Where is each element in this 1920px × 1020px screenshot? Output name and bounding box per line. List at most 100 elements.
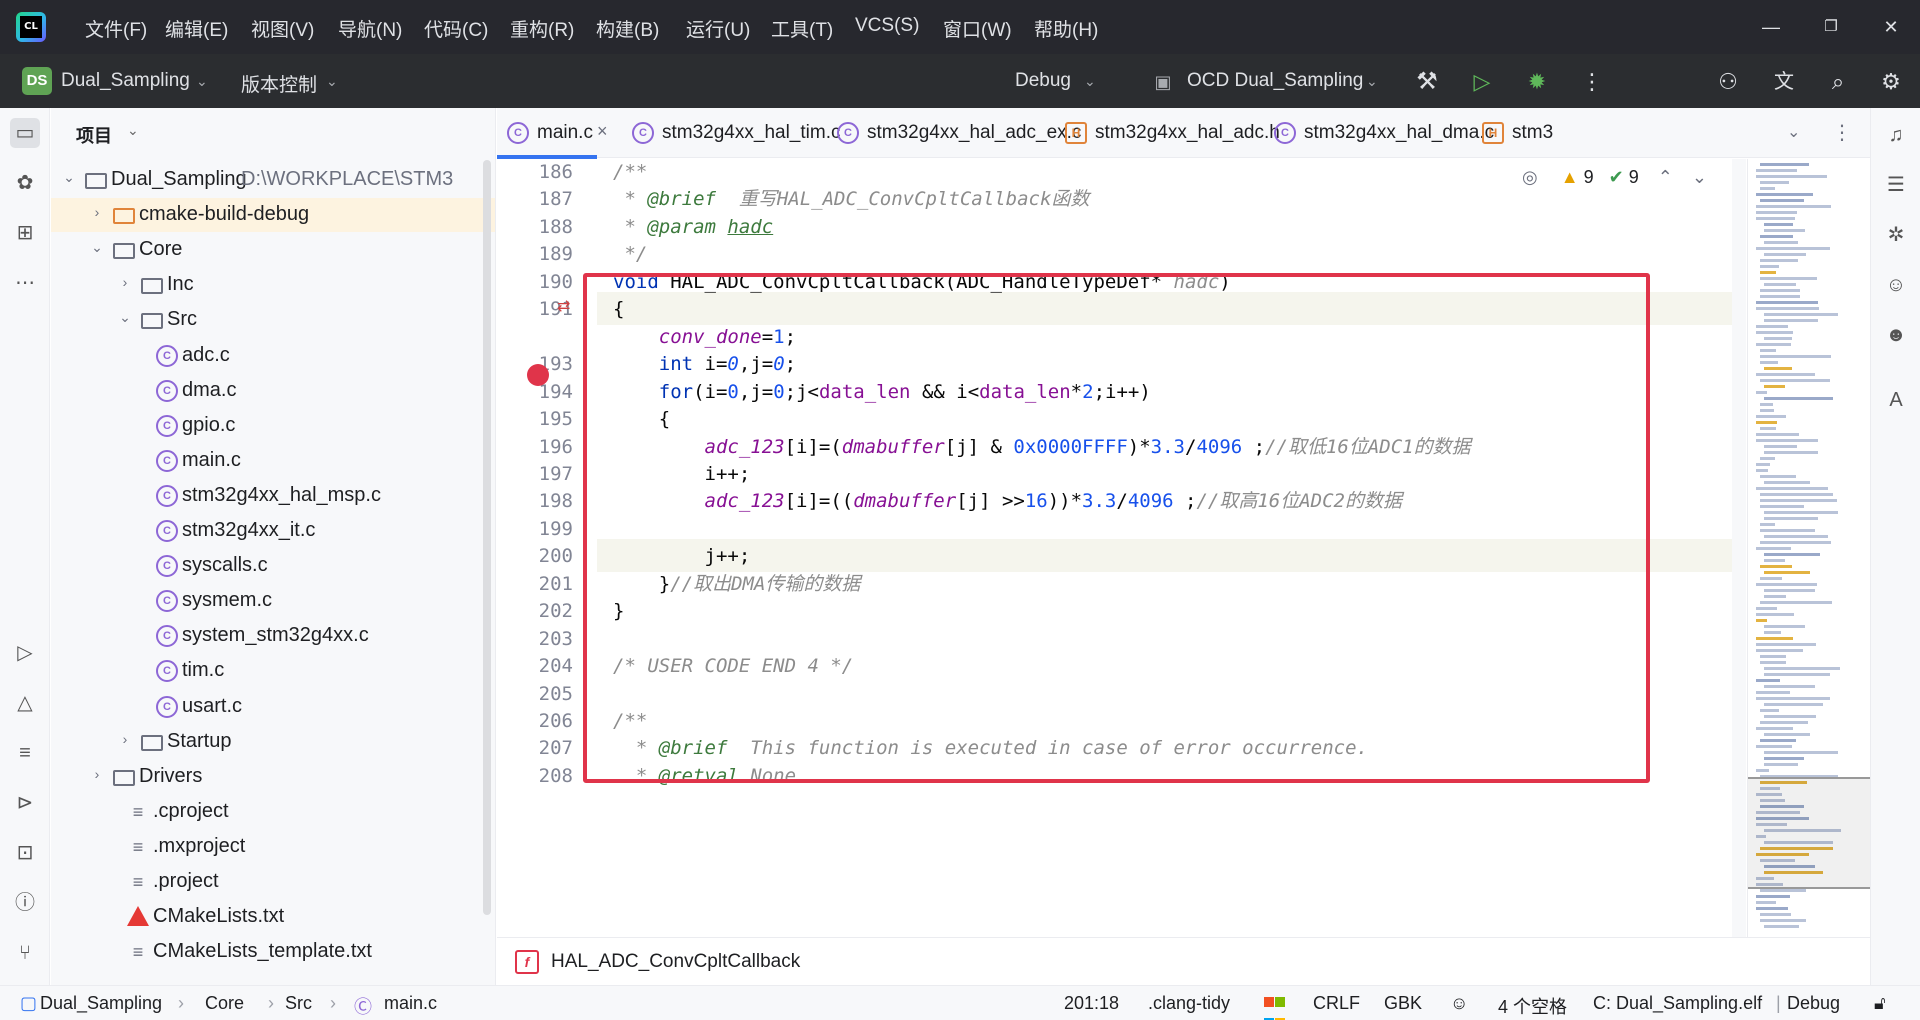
- minimap-viewport[interactable]: [1748, 777, 1870, 889]
- minimize-button[interactable]: —: [1756, 12, 1786, 42]
- project-scrollbar[interactable]: [483, 160, 491, 915]
- windows-logo-icon[interactable]: [1264, 991, 1285, 1020]
- database-icon[interactable]: ☰: [1881, 170, 1911, 200]
- structure-icon[interactable]: ⊞: [10, 218, 40, 248]
- tree-file[interactable]: Csystem_stm32g4xx.c: [51, 619, 495, 653]
- services-icon[interactable]: ⊳: [10, 788, 40, 818]
- clion-logo-icon[interactable]: [16, 12, 46, 42]
- statusbar-crumb[interactable]: Core: [205, 993, 244, 1014]
- restore-button[interactable]: ❐: [1816, 12, 1846, 42]
- search-icon[interactable]: ⌕: [1824, 68, 1852, 96]
- project-folder-icon[interactable]: ▭: [10, 118, 40, 148]
- run-icon[interactable]: ▷: [1468, 68, 1496, 96]
- indent-selector[interactable]: 4 个空格: [1498, 993, 1567, 1019]
- menu-item[interactable]: 工具(T): [771, 15, 833, 42]
- add-user-icon[interactable]: ⚇: [1714, 68, 1742, 96]
- chevron-down-icon[interactable]: ⌄: [1366, 73, 1378, 90]
- problems-icon[interactable]: △: [10, 688, 40, 718]
- more-tools-icon[interactable]: ⋯: [10, 268, 40, 298]
- debug-bug-icon[interactable]: ✹: [1523, 68, 1551, 96]
- tree-file[interactable]: Cdma.c: [51, 374, 495, 408]
- menu-item[interactable]: 导航(N): [338, 15, 402, 42]
- chevron-right-icon[interactable]: ›: [89, 204, 105, 220]
- tree-file[interactable]: Cstm32g4xx_hal_msp.c: [51, 479, 495, 513]
- editor-tab[interactable]: Cstm32g4xx_hal_adc_ex.c: [827, 108, 1081, 158]
- git-branch-icon[interactable]: ⑂: [10, 938, 40, 968]
- build-hammer-icon[interactable]: ⚒: [1413, 68, 1441, 96]
- code-editor[interactable]: 186 187 188 189 190 191 193 194 195 196 197 198 199 2…: [497, 159, 1870, 937]
- tree-file[interactable]: Cadc.c: [51, 339, 495, 373]
- tree-file[interactable]: CMakeLists.txt: [51, 900, 495, 934]
- menu-item[interactable]: 代码(C): [424, 15, 488, 42]
- clang-tidy-status[interactable]: .clang-tidy: [1148, 993, 1230, 1014]
- menu-item[interactable]: VCS(S): [855, 15, 919, 37]
- reader-mode-eye-icon[interactable]: ◎: [1522, 167, 1538, 187]
- menu-item[interactable]: 帮助(H): [1034, 15, 1098, 42]
- tree-folder[interactable]: ⌄ Core: [51, 233, 495, 267]
- tree-folder[interactable]: › Inc: [51, 268, 495, 302]
- statusbar-crumb[interactable]: Src: [285, 993, 312, 1014]
- chevron-down-icon[interactable]: ⌄: [89, 239, 105, 256]
- breakpoint-icon[interactable]: [527, 364, 549, 386]
- previous-highlight-icon[interactable]: ⌃: [1658, 167, 1673, 187]
- tree-folder[interactable]: › Drivers: [51, 760, 495, 794]
- editor-tab[interactable]: Hstm3: [1472, 108, 1553, 158]
- editor-tab[interactable]: Hstm32g4xx_hal_adc.h: [1055, 108, 1280, 158]
- close-tab-icon[interactable]: ×: [597, 121, 608, 142]
- settings-gear-icon[interactable]: ⚙: [1877, 68, 1905, 96]
- tree-file[interactable]: Ctim.c: [51, 654, 495, 688]
- tree-file[interactable]: Cmain.c: [51, 444, 495, 478]
- tree-folder[interactable]: › cmake-build-debug: [51, 198, 495, 233]
- editor-scrollbar[interactable]: [1732, 159, 1746, 937]
- chevron-right-icon[interactable]: ›: [117, 274, 133, 290]
- editor-gutter[interactable]: 186 187 188 189 190 191 193 194 195 196 197 198 199 2…: [497, 159, 597, 937]
- project-badge[interactable]: DS: [22, 67, 52, 95]
- chevron-right-icon[interactable]: ›: [89, 766, 105, 782]
- tree-folder[interactable]: ⌄ Dual_Sampling D:\WORKPLACE\STM3: [51, 163, 495, 197]
- editor-tab[interactable]: Cstm32g4xx_hal_tim.c: [622, 108, 840, 158]
- build-type-selector[interactable]: Debug: [1787, 993, 1840, 1014]
- menu-item[interactable]: 文件(F): [85, 15, 147, 42]
- lock-icon[interactable]: 🔓︎: [1874, 993, 1886, 1014]
- tree-file[interactable]: Cgpio.c: [51, 409, 495, 443]
- chevron-down-icon[interactable]: ⌄: [61, 169, 77, 186]
- line-ending-selector[interactable]: CRLF: [1313, 993, 1360, 1014]
- implements-arrow-icon[interactable]: ⇄: [557, 296, 570, 316]
- menu-item[interactable]: 编辑(E): [165, 15, 228, 42]
- tree-file[interactable]: ≡ .project: [51, 865, 495, 899]
- encoding-selector[interactable]: GBK: [1384, 993, 1422, 1014]
- next-highlight-icon[interactable]: ⌄: [1692, 167, 1707, 187]
- run-tool-icon[interactable]: ▷: [10, 638, 40, 668]
- project-panel-title[interactable]: 项目: [76, 122, 112, 148]
- tree-file[interactable]: Csysmem.c: [51, 584, 495, 618]
- chevron-down-icon[interactable]: ⌄: [117, 309, 133, 326]
- info-icon[interactable]: ⓘ: [10, 888, 40, 918]
- chevron-down-icon[interactable]: ⌄: [326, 73, 338, 90]
- tree-file[interactable]: Cusart.c: [51, 690, 495, 724]
- copilot-status-icon[interactable]: ☺: [1450, 993, 1468, 1014]
- tree-file[interactable]: ≡ .mxproject: [51, 830, 495, 864]
- editor-tab[interactable]: Cstm32g4xx_hal_dma.c: [1264, 108, 1494, 158]
- copilot-icon[interactable]: ☺: [1881, 270, 1911, 300]
- copilot-chat-icon[interactable]: ☻: [1881, 320, 1911, 350]
- inspection-widget[interactable]: ◎ ▲ 9 ✔ 9 ⌃ ⌄: [1522, 167, 1707, 191]
- ai-chat-icon[interactable]: ✲: [1881, 220, 1911, 250]
- tree-file[interactable]: Cstm32g4xx_it.c: [51, 514, 495, 548]
- tree-file[interactable]: ≡ CMakeLists_template.txt: [51, 935, 495, 969]
- chevron-down-icon[interactable]: ⌄: [1084, 73, 1096, 90]
- close-window-button[interactable]: ✕: [1876, 12, 1906, 42]
- editor-tab[interactable]: Cmain.c ×: [497, 108, 608, 159]
- terminal-icon[interactable]: ⊡: [10, 838, 40, 868]
- tree-folder[interactable]: › Startup: [51, 725, 495, 759]
- chevron-down-icon[interactable]: ⌄: [127, 122, 139, 139]
- chevron-down-icon[interactable]: ⌄: [196, 73, 208, 90]
- run-config-selector[interactable]: OCD Dual_Sampling: [1187, 70, 1363, 92]
- font-assistant-icon[interactable]: A: [1881, 385, 1911, 415]
- menu-item[interactable]: 构建(B): [596, 15, 659, 42]
- todo-icon[interactable]: ≡: [10, 738, 40, 768]
- menu-item[interactable]: 重构(R): [510, 15, 574, 42]
- menu-item[interactable]: 窗口(W): [943, 15, 1012, 42]
- notifications-bell-icon[interactable]: ♫: [1881, 120, 1911, 150]
- project-selector[interactable]: Dual_Sampling: [61, 70, 190, 92]
- menu-item[interactable]: 运行(U): [686, 15, 750, 42]
